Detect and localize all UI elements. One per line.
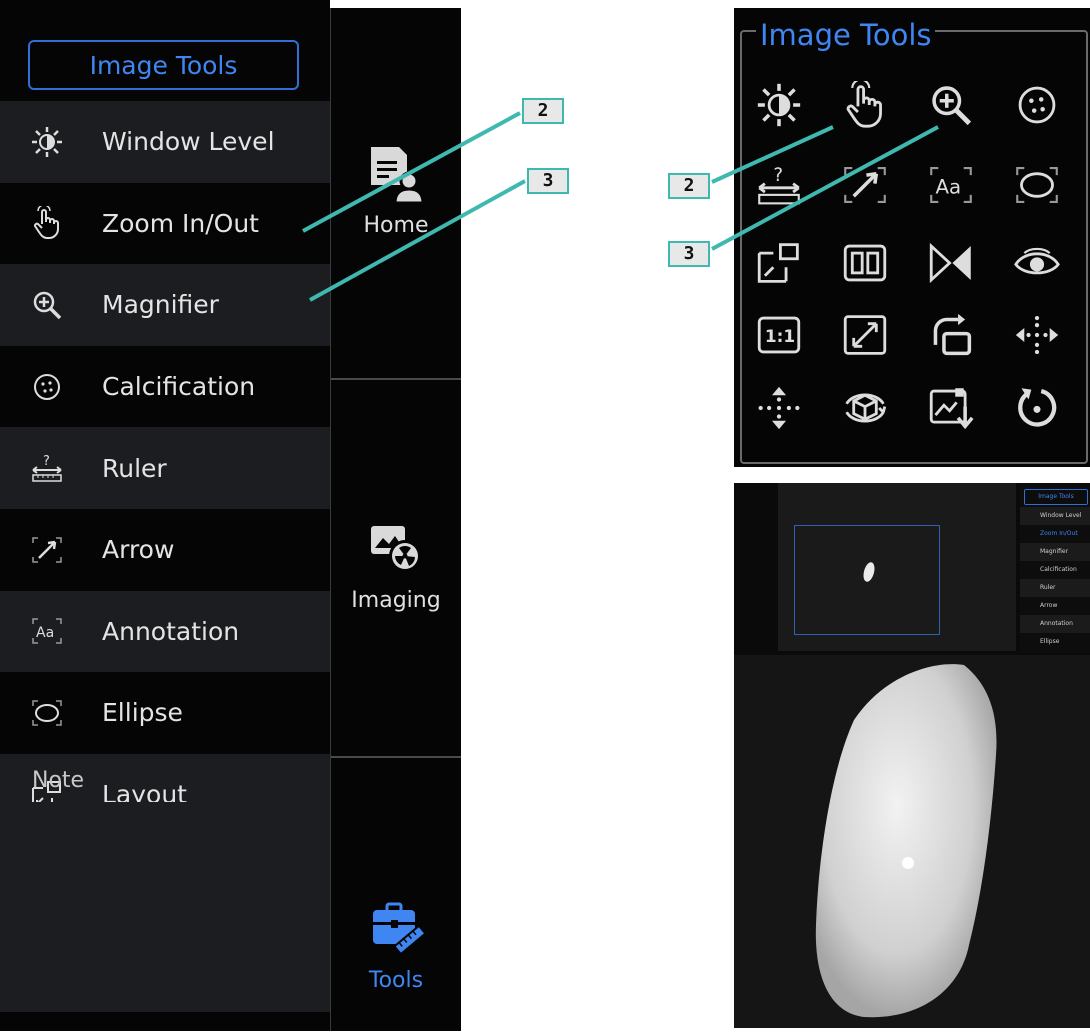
thumbnail-view[interactable] [778, 483, 1016, 651]
image-tools-menu: Window Level Zoom In/Out Magnifier Calci… [0, 101, 330, 836]
menu-item-ellipse[interactable]: Ellipse [0, 672, 330, 754]
menu-item-calcification[interactable]: Calcification [0, 346, 330, 428]
mini-menu-item[interactable]: Ellipse [1020, 633, 1090, 651]
nav-divider [331, 756, 461, 758]
nav-home-label: Home [363, 213, 429, 238]
menu-item-label: Window Level [102, 127, 275, 157]
mini-menu-item[interactable]: Annotation [1020, 615, 1090, 633]
menu-item-arrow[interactable]: Arrow [0, 509, 330, 591]
fit-icon[interactable] [838, 308, 892, 362]
nav-tools[interactable]: Tools [331, 898, 461, 993]
mini-menu-item[interactable]: Arrow [1020, 597, 1090, 615]
callout-3: 3 [668, 241, 710, 267]
mini-menu-item-label: Calcification [1040, 566, 1077, 573]
note-field[interactable] [0, 802, 330, 1012]
rotate-icon[interactable] [924, 308, 978, 362]
ellipse-icon [26, 692, 68, 734]
menu-item-label: Ruler [102, 453, 167, 483]
toolbox-icon [373, 902, 427, 956]
ellipse-icon[interactable] [1010, 158, 1064, 212]
mini-menu-item-label: Window Level [1040, 512, 1082, 519]
one-to-one-icon[interactable]: 1:1 [752, 308, 806, 362]
calcification-icon [26, 366, 68, 408]
magnifier-icon [26, 284, 68, 326]
arrow-icon [26, 529, 68, 571]
mini-tools-menu: Image Tools Window Level Zoom In/Out Mag… [1020, 483, 1090, 653]
mini-menu-item-active[interactable]: Zoom In/Out [1020, 525, 1090, 543]
image-tools-sidebar: Image Tools Window Level Zoom In/Out Mag… [0, 0, 330, 1031]
zoomed-specimen-image [815, 664, 997, 1018]
annotation-icon[interactable]: Aa [924, 158, 978, 212]
menu-item-label: Annotation [102, 616, 240, 646]
callout-2: 2 [522, 98, 564, 124]
layout-icon[interactable] [752, 236, 806, 290]
arrow-icon[interactable] [838, 158, 892, 212]
callout-2: 2 [668, 173, 710, 199]
compare-icon[interactable] [838, 236, 892, 290]
mini-menu-item[interactable]: Window Level [1020, 507, 1090, 525]
annotation-icon: Aa [26, 610, 68, 652]
image-tools-grid-panel: Image Tools ? Aa 1:1 [734, 8, 1090, 467]
ruler-icon[interactable]: ? [752, 158, 806, 212]
nav-tools-label: Tools [368, 968, 424, 993]
3d-rotate-icon[interactable] [838, 381, 892, 435]
menu-item-zoom-in-out[interactable]: Zoom In/Out [0, 183, 330, 265]
menu-item-window-level[interactable]: Window Level [0, 101, 330, 183]
hand-pointer-icon[interactable] [838, 78, 892, 132]
svg-text:1:1: 1:1 [765, 326, 795, 346]
flip-icon[interactable] [924, 236, 978, 290]
mini-menu-item[interactable]: Calcification [1020, 561, 1090, 579]
horizontal-move-icon[interactable] [1010, 308, 1064, 362]
window-level-icon[interactable] [752, 78, 806, 132]
nav-home[interactable]: Home [331, 143, 461, 238]
callout-3: 3 [527, 168, 569, 194]
zoom-region-box[interactable] [794, 525, 940, 635]
menu-item-label: Ellipse [102, 698, 183, 728]
mini-menu-item[interactable]: Magnifier [1020, 543, 1090, 561]
mini-menu-item-label: Ellipse [1040, 638, 1060, 645]
mini-menu-title[interactable]: Image Tools [1024, 489, 1088, 505]
mini-menu-item-label: Arrow [1040, 602, 1058, 609]
mini-menu-item-label: Ruler [1040, 584, 1056, 591]
magnifier-icon[interactable] [924, 78, 978, 132]
nav-imaging-label: Imaging [351, 588, 441, 613]
imaging-radiation-icon [371, 526, 421, 572]
home-document-icon [371, 147, 425, 205]
menu-item-label: Arrow [102, 535, 175, 565]
nav-imaging[interactable]: Imaging [331, 518, 461, 613]
nav-divider [331, 378, 461, 380]
image-tools-title-button[interactable]: Image Tools [28, 40, 299, 90]
main-nav: Home Imaging Tools [330, 8, 461, 1031]
svg-text:?: ? [773, 165, 783, 186]
menu-item-label: Magnifier [102, 290, 219, 320]
menu-item-label: Zoom In/Out [102, 208, 259, 238]
menu-item-magnifier[interactable]: Magnifier [0, 264, 330, 346]
note-label: Note [32, 768, 85, 793]
window-level-icon [26, 121, 68, 163]
reset-icon[interactable] [1010, 381, 1064, 435]
mini-menu-item-label: Magnifier [1040, 548, 1069, 555]
calcification-icon[interactable] [1010, 78, 1064, 132]
svg-text:?: ? [43, 454, 50, 469]
grid-title: Image Tools [756, 18, 936, 52]
thumbnail-specimen-image [863, 562, 875, 582]
menu-item-annotation[interactable]: Aa Annotation [0, 590, 330, 673]
eye-icon[interactable] [1010, 236, 1064, 290]
menu-item-ruler[interactable]: ? Ruler [0, 427, 330, 509]
mini-menu-item[interactable]: Ruler [1020, 579, 1090, 597]
svg-text:Aa: Aa [36, 625, 54, 641]
vertical-move-icon[interactable] [752, 381, 806, 435]
menu-item-label: Calcification [102, 372, 256, 402]
image-viewer-panel: Image Tools Window Level Zoom In/Out Mag… [734, 483, 1090, 1028]
ruler-icon: ? [26, 447, 68, 489]
mini-menu-item-label: Zoom In/Out [1040, 530, 1078, 537]
zoomed-image-view[interactable] [734, 655, 1090, 1028]
hand-pointer-icon [26, 202, 68, 244]
mini-menu-item-label: Annotation [1040, 620, 1073, 627]
save-image-icon[interactable] [924, 381, 978, 435]
svg-text:Aa: Aa [935, 175, 961, 198]
